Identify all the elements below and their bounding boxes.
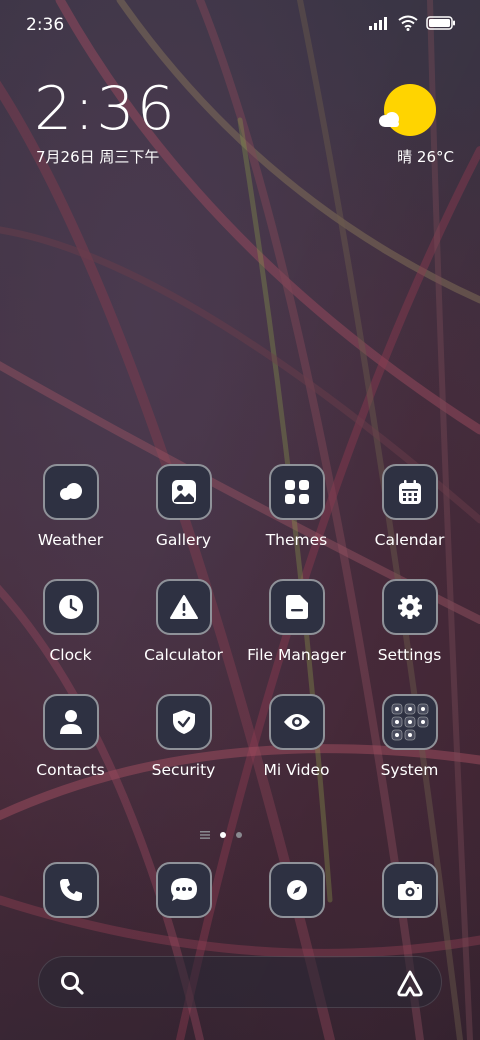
system-folder-icon [391, 703, 428, 741]
weather-widget-text: 晴 26°C [397, 148, 454, 166]
app-label-contacts: Contacts [36, 761, 105, 779]
battery-icon [426, 16, 455, 30]
browser-compass-icon [286, 880, 307, 900]
app-label-gallery: Gallery [155, 531, 212, 549]
clock-widget-time[interactable]: 2:36 [34, 74, 177, 144]
gallery-icon [171, 480, 196, 504]
app-gallery[interactable]: Gallery [127, 464, 240, 549]
clock-icon [58, 595, 83, 619]
app-icon-settings[interactable] [381, 579, 438, 635]
page-dot[interactable] [236, 832, 242, 838]
cloud-icon [379, 112, 399, 127]
app-label-settings: Settings [377, 646, 442, 664]
gear-icon [397, 595, 422, 619]
app-icon-contacts[interactable] [42, 694, 99, 750]
dock-icon-camera[interactable] [381, 862, 438, 918]
app-label-security: Security [151, 761, 216, 779]
search-icon [61, 972, 84, 995]
app-label-system-folder: System [380, 761, 439, 779]
assistant-button[interactable] [395, 968, 425, 1002]
dock-phone[interactable] [14, 862, 127, 918]
calculator-warning-icon [169, 595, 198, 619]
signal-icon [369, 17, 387, 30]
app-icon-calculator[interactable] [155, 579, 212, 635]
eye-icon [283, 714, 310, 730]
dock-messages[interactable] [127, 862, 240, 918]
app-weather[interactable]: Weather [14, 464, 127, 549]
app-label-file-manager: File Manager [247, 646, 346, 664]
app-calendar[interactable]: Calendar [353, 464, 466, 549]
app-settings[interactable]: Settings [353, 579, 466, 664]
app-file-manager[interactable]: File Manager [240, 579, 353, 664]
sun-icon [384, 84, 436, 136]
clock-widget-date[interactable]: 7月26日 周三下午 [36, 146, 159, 167]
app-security[interactable]: Security [127, 694, 240, 779]
page-dot-active[interactable] [220, 832, 226, 838]
app-label-calculator: Calculator [144, 646, 223, 664]
app-contacts[interactable]: Contacts [14, 694, 127, 779]
search-bar[interactable] [38, 956, 442, 1008]
app-mi-video[interactable]: Mi Video [240, 694, 353, 779]
app-icon-calendar[interactable] [381, 464, 438, 520]
app-system-folder[interactable]: System [353, 694, 466, 779]
dock [14, 862, 466, 918]
person-icon [59, 710, 82, 734]
phone-icon [59, 879, 82, 901]
app-label-calendar: Calendar [374, 531, 445, 549]
status-bar-icons [368, 15, 456, 31]
status-bar-time: 2:36 [26, 15, 65, 35]
weather-cloud-icon [59, 483, 82, 500]
search-button[interactable] [59, 970, 85, 1000]
shield-check-icon [172, 710, 195, 734]
app-icon-gallery[interactable] [155, 464, 212, 520]
status-bar: 2:36 [0, 0, 480, 50]
messages-icon [170, 878, 197, 901]
wifi-icon [398, 15, 418, 31]
camera-icon [397, 881, 422, 900]
dock-icon-messages[interactable] [155, 862, 212, 918]
app-calculator[interactable]: Calculator [127, 579, 240, 664]
app-icon-weather[interactable] [42, 464, 99, 520]
app-themes[interactable]: Themes [240, 464, 353, 549]
app-icon-mi-video[interactable] [268, 694, 325, 750]
dock-icon-phone[interactable] [42, 862, 99, 918]
app-label-weather: Weather [37, 531, 104, 549]
calendar-icon [398, 480, 421, 504]
app-label-clock: Clock [49, 646, 92, 664]
menu-lines-icon [200, 831, 210, 839]
app-icon-file-manager[interactable] [268, 579, 325, 635]
folder-icon [285, 595, 308, 619]
assistant-icon [397, 970, 423, 997]
app-icon-themes[interactable] [268, 464, 325, 520]
app-icon-security[interactable] [155, 694, 212, 750]
app-label-themes: Themes [265, 531, 328, 549]
page-indicator [200, 831, 242, 839]
app-grid: Weather Gallery Themes Calendar Clock Ca… [14, 464, 466, 779]
app-icon-system-folder[interactable] [381, 694, 438, 750]
app-clock[interactable]: Clock [14, 579, 127, 664]
dock-browser[interactable] [240, 862, 353, 918]
app-icon-clock[interactable] [42, 579, 99, 635]
themes-grid-icon [284, 480, 309, 504]
dock-camera[interactable] [353, 862, 466, 918]
dock-icon-browser[interactable] [268, 862, 325, 918]
app-label-mi-video: Mi Video [263, 761, 330, 779]
